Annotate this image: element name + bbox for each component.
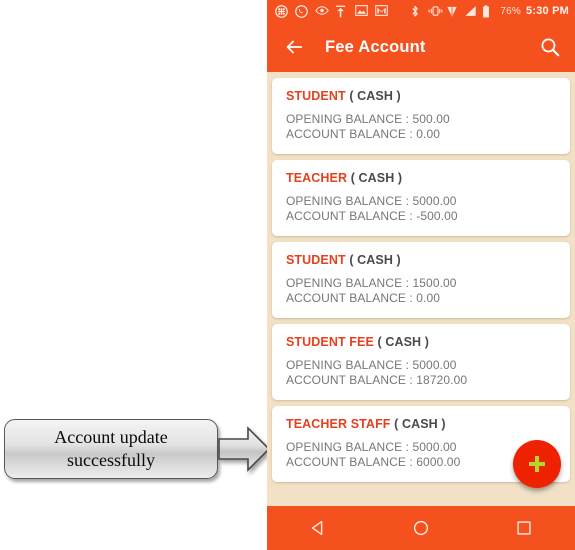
account-type: ( CASH ) [350,171,403,185]
gmail-icon [375,4,388,18]
apps-icon [275,4,288,18]
account-name: STUDENT [286,253,346,267]
account-balance: ACCOUNT BALANCE : 0.00 [286,291,441,305]
nav-recents-icon [517,521,531,535]
nav-recents-button[interactable] [502,511,546,545]
add-account-fab[interactable] [513,440,561,488]
nav-back-icon [312,520,323,536]
vibrate-icon [428,5,443,18]
search-icon [541,38,560,57]
opening-balance: OPENING BALANCE : 1500.00 [286,276,457,290]
battery-percent: 76% [500,5,522,17]
app-bar: Fee Account [267,22,575,72]
account-card[interactable]: STUDENT ( CASH ) OPENING BALANCE : 1500.… [272,242,570,318]
account-card[interactable]: STUDENT FEE ( CASH ) OPENING BALANCE : 5… [272,324,570,400]
status-notification-icons [275,4,388,18]
battery-icon [482,4,495,18]
location-icon [446,5,459,18]
bluetooth-icon [410,5,423,18]
account-card[interactable]: TEACHER ( CASH ) OPENING BALANCE : 5000.… [272,160,570,236]
image-icon [355,4,368,18]
account-card-title: STUDENT ( CASH ) [286,253,556,267]
account-card[interactable]: STUDENT ( CASH ) OPENING BALANCE : 500.0… [272,78,570,154]
plus-icon [528,455,546,473]
account-card-title: TEACHER ( CASH ) [286,171,556,185]
account-name: STUDENT FEE [286,335,374,349]
annotation-callout: Account update successfully [4,419,218,479]
account-card-title: TEACHER STAFF ( CASH ) [286,417,556,431]
account-name: TEACHER [286,171,348,185]
opening-balance: OPENING BALANCE : 5000.00 [286,194,457,208]
account-type: ( CASH ) [377,335,429,349]
upload-icon [335,5,348,18]
account-balance: ACCOUNT BALANCE : 18720.00 [286,373,468,387]
right-arrow-icon [218,426,270,472]
account-card-title: STUDENT FEE ( CASH ) [286,335,556,349]
eye-icon [315,5,329,18]
nav-back-button[interactable] [296,511,340,545]
status-bar: 76% 5:30 PM [267,0,575,22]
system-nav-bar [267,506,575,550]
annotation-line-2: successfully [67,450,155,470]
back-button[interactable] [281,34,307,60]
account-name: TEACHER STAFF [286,417,391,431]
signal-icon [464,5,477,18]
annotation-line-1: Account update [54,427,168,447]
account-type: ( CASH ) [349,253,401,267]
account-balance: ACCOUNT BALANCE : -500.00 [286,209,458,223]
phone-screen: 76% 5:30 PM Fee Account STUDENT ( CASH )… [267,0,575,550]
account-card-title: STUDENT ( CASH ) [286,89,556,103]
whatsapp-icon [295,4,308,18]
status-clock: 5:30 PM [526,5,569,17]
opening-balance: OPENING BALANCE : 500.00 [286,112,450,126]
annotation-text: Account update successfully [54,426,167,472]
account-type: ( CASH ) [394,417,446,431]
nav-home-button[interactable] [399,511,443,545]
account-type: ( CASH ) [349,89,401,103]
status-system-icons: 76% 5:30 PM [410,4,569,18]
back-arrow-icon [286,40,303,54]
page-title: Fee Account [325,37,426,56]
nav-home-icon [413,520,429,536]
search-button[interactable] [537,34,563,60]
opening-balance: OPENING BALANCE : 5000.00 [286,358,457,372]
account-name: STUDENT [286,89,346,103]
account-balance: ACCOUNT BALANCE : 0.00 [286,127,441,141]
